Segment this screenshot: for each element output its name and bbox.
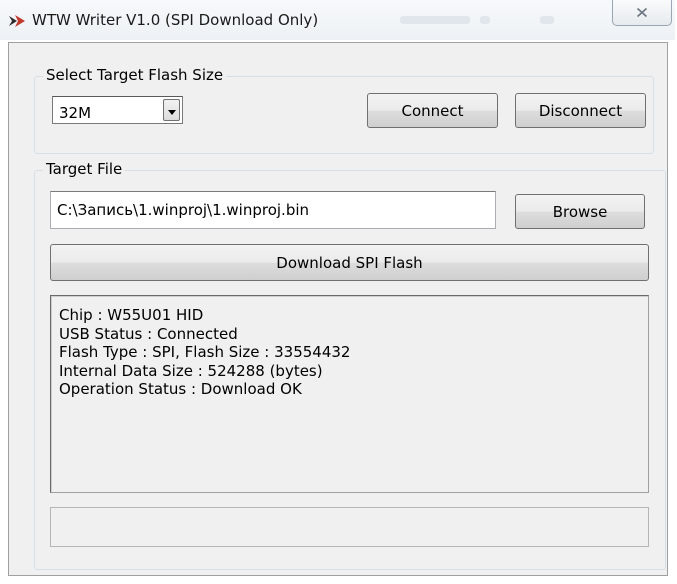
chevron-down-icon: [167, 101, 176, 119]
target-file-group-label: Target File: [43, 160, 126, 178]
title-ghost-decoration: [400, 16, 470, 24]
disconnect-button[interactable]: Disconnect: [515, 93, 646, 128]
status-log: Chip : W55U01 HID USB Status : Connected…: [50, 295, 649, 493]
target-file-path-input[interactable]: [51, 192, 495, 228]
close-icon: [636, 4, 648, 22]
flash-size-selected-value: 32M: [59, 104, 92, 122]
target-file-path-field[interactable]: [50, 191, 496, 229]
title-ghost-decoration: [540, 16, 554, 24]
app-window: WTW Writer V1.0 (SPI Download Only) Sele…: [0, 0, 675, 582]
log-line: USB Status : Connected: [59, 324, 238, 343]
app-logo-icon: [8, 13, 26, 29]
download-spi-flash-button[interactable]: Download SPI Flash: [50, 244, 649, 281]
title-bar[interactable]: WTW Writer V1.0 (SPI Download Only): [0, 0, 675, 40]
window-title: WTW Writer V1.0 (SPI Download Only): [32, 11, 319, 29]
title-ghost-decoration: [480, 16, 490, 24]
log-line: Flash Type : SPI, Flash Size : 33554432: [59, 343, 351, 361]
flash-size-group-label: Select Target Flash Size: [43, 66, 227, 84]
log-line: Operation Status : Download OK: [59, 380, 302, 398]
browse-button[interactable]: Browse: [515, 194, 645, 229]
dropdown-arrow-button[interactable]: [163, 99, 180, 121]
progress-status-box: [50, 507, 649, 547]
log-line: Chip : W55U01 HID: [59, 306, 204, 324]
connect-button[interactable]: Connect: [367, 93, 498, 128]
flash-size-dropdown[interactable]: 32M: [52, 96, 183, 124]
dialog-client-area: Select Target Flash Size 32M Connect Dis…: [8, 42, 668, 576]
close-button[interactable]: [612, 0, 672, 26]
log-line: Internal Data Size : 524288 (bytes): [59, 361, 323, 380]
